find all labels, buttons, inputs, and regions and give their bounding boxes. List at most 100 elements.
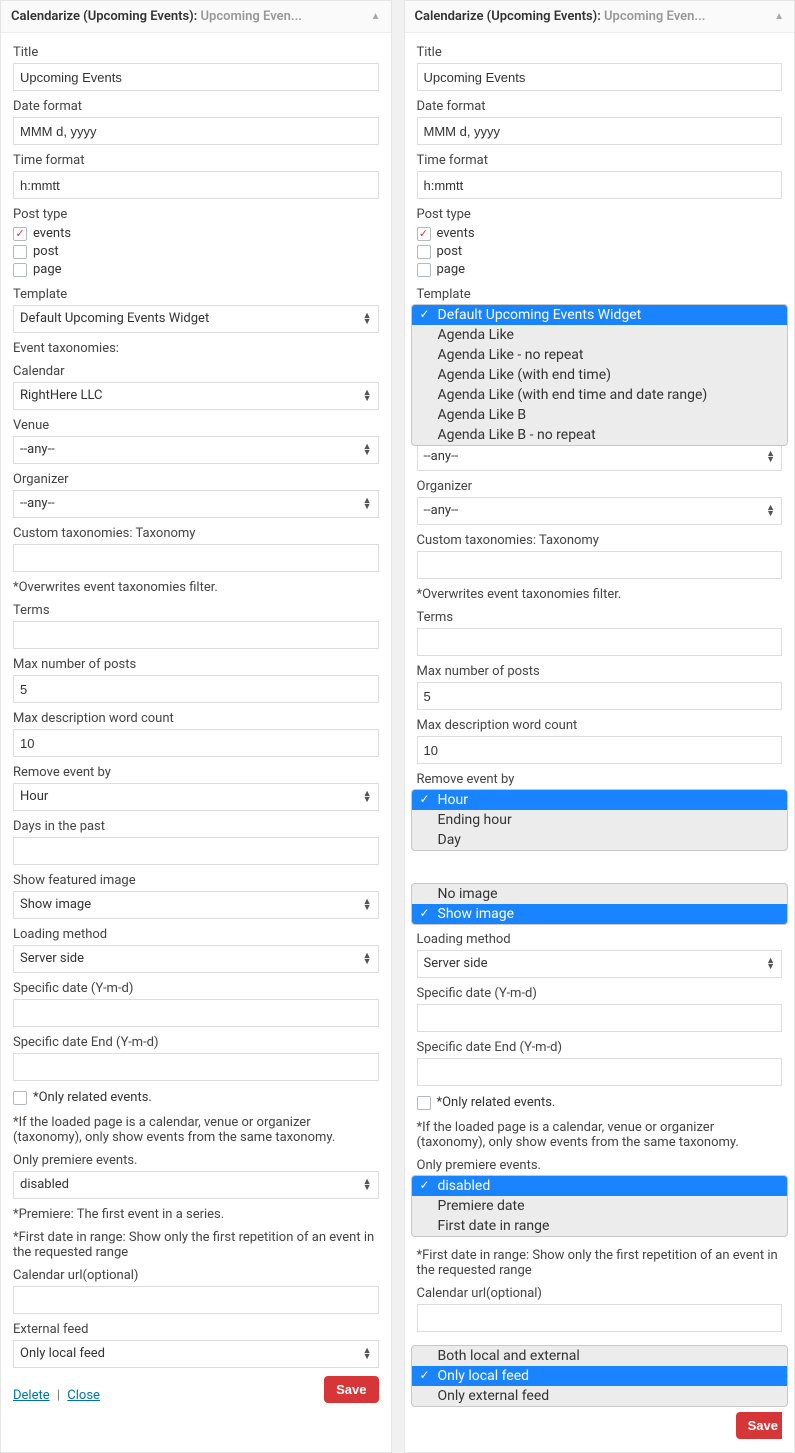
ext-feed-select-open[interactable]: Both local and external Only local feed … [411,1345,789,1407]
days-past-input[interactable] [13,837,379,865]
loading-select[interactable]: Server side ▲▼ [417,950,783,978]
template-option[interactable]: Agenda Like B [412,405,788,425]
loading-label: Loading method [417,932,783,947]
only-premiere-option[interactable]: First date in range [412,1216,788,1236]
post-checkbox[interactable] [417,245,431,259]
select-arrows-icon: ▲▼ [363,498,372,510]
widget-panel-right: Calendarize (Upcoming Events): Upcoming … [404,0,795,1453]
date-format-label: Date format [417,99,783,114]
show-featured-option[interactable]: No image [412,884,788,904]
spec-date-end-input[interactable] [417,1058,783,1086]
max-posts-input[interactable] [417,682,783,710]
remove-by-option[interactable]: Hour [412,790,788,810]
cal-url-label: Calendar url(optional) [13,1268,379,1283]
terms-input[interactable] [13,621,379,649]
custom-tax-label: Custom taxonomies: Taxonomy [417,533,783,548]
date-format-input[interactable] [417,117,783,145]
remove-by-select[interactable]: Hour ▲▼ [13,783,379,811]
ext-feed-option[interactable]: Only external feed [412,1386,788,1406]
title-input[interactable] [13,63,379,91]
only-premiere-select[interactable]: disabled ▲▼ [13,1171,379,1199]
page-checkbox[interactable] [417,263,431,277]
events-checkbox[interactable]: ✓ [13,227,27,241]
template-option[interactable]: Agenda Like (with end time) [412,365,788,385]
panel-header[interactable]: Calendarize (Upcoming Events): Upcoming … [405,1,795,33]
venue-label: Venue [13,418,379,433]
show-featured-select-open[interactable]: No image Show image [411,883,789,925]
time-format-input[interactable] [13,171,379,199]
save-button[interactable]: Save [324,1376,378,1403]
related-note: *If the loaded page is a calendar, venue… [13,1115,379,1145]
ext-feed-select[interactable]: Only local feed ▲▼ [13,1340,379,1368]
post-checkbox-label: post [33,243,59,261]
custom-tax-input[interactable] [417,551,783,579]
calendar-select[interactable]: RightHere LLC ▲▼ [13,382,379,410]
first-range-note: *First date in range: Show only the firs… [13,1230,379,1260]
template-option[interactable]: Agenda Like - no repeat [412,345,788,365]
max-desc-input[interactable] [417,736,783,764]
template-select[interactable]: Default Upcoming Events Widget ▲▼ [13,305,379,333]
spec-date-end-label: Specific date End (Y-m-d) [13,1035,379,1050]
organizer-label: Organizer [417,479,783,494]
loading-select[interactable]: Server side ▲▼ [13,945,379,973]
select-arrows-icon: ▲▼ [766,451,775,463]
custom-tax-input[interactable] [13,544,379,572]
events-checkbox-label: events [33,225,71,243]
event-tax-heading: Event taxonomies: [13,341,379,356]
overwrites-note: *Overwrites event taxonomies filter. [417,587,783,602]
only-related-label: *Only related events. [437,1094,556,1112]
terms-input[interactable] [417,628,783,656]
max-posts-input[interactable] [13,675,379,703]
page-checkbox[interactable] [13,263,27,277]
collapse-icon: ▲ [774,11,784,22]
max-posts-label: Max number of posts [13,657,379,672]
template-select-open[interactable]: Default Upcoming Events Widget Agenda Li… [411,304,789,446]
template-option[interactable]: Agenda Like (with end time and date rang… [412,385,788,405]
spec-date-input[interactable] [417,1004,783,1032]
only-premiere-option[interactable]: disabled [412,1176,788,1196]
first-range-note: *First date in range: Show only the firs… [417,1248,783,1278]
only-premiere-option[interactable]: Premiere date [412,1196,788,1216]
terms-label: Terms [13,603,379,618]
only-related-checkbox[interactable] [13,1091,27,1105]
panel-header[interactable]: Calendarize (Upcoming Events): Upcoming … [1,1,391,33]
template-option[interactable]: Default Upcoming Events Widget [412,305,788,325]
page-checkbox-label: page [33,261,62,279]
ext-feed-option[interactable]: Both local and external [412,1346,788,1366]
time-format-input[interactable] [417,171,783,199]
remove-by-option[interactable]: Ending hour [412,810,788,830]
organizer-select[interactable]: --any-- ▲▼ [417,497,783,525]
save-button[interactable]: Save [736,1412,782,1439]
organizer-select[interactable]: --any-- ▲▼ [13,490,379,518]
venue-select[interactable]: --any-- ▲▼ [417,443,783,471]
cal-url-input[interactable] [417,1304,783,1332]
title-input[interactable] [417,63,783,91]
ext-feed-option[interactable]: Only local feed [412,1366,788,1386]
only-premiere-select-open[interactable]: disabled Premiere date First date in ran… [411,1175,789,1237]
select-arrows-icon: ▲▼ [363,444,372,456]
show-featured-select[interactable]: Show image ▲▼ [13,891,379,919]
spec-date-input[interactable] [13,999,379,1027]
venue-select[interactable]: --any-- ▲▼ [13,436,379,464]
show-featured-option[interactable]: Show image [412,904,788,924]
max-desc-label: Max description word count [13,711,379,726]
delete-link[interactable]: Delete [13,1388,50,1403]
template-option[interactable]: Agenda Like B - no repeat [412,425,788,445]
only-related-checkbox[interactable] [417,1096,431,1110]
cal-url-input[interactable] [13,1286,379,1314]
post-checkbox[interactable] [13,245,27,259]
select-arrows-icon: ▲▼ [766,505,775,517]
date-format-input[interactable] [13,117,379,145]
close-link[interactable]: Close [67,1388,100,1403]
only-related-label: *Only related events. [33,1089,152,1107]
events-checkbox[interactable]: ✓ [417,227,431,241]
widget-panel-left: Calendarize (Upcoming Events): Upcoming … [0,0,392,1453]
spec-date-end-input[interactable] [13,1053,379,1081]
template-option[interactable]: Agenda Like [412,325,788,345]
remove-by-select-open[interactable]: Hour Ending hour Day [411,789,789,851]
remove-by-option[interactable]: Day [412,830,788,850]
max-desc-input[interactable] [13,729,379,757]
select-arrows-icon: ▲▼ [363,1348,372,1360]
events-checkbox-label: events [437,225,475,243]
overwrites-note: *Overwrites event taxonomies filter. [13,580,379,595]
